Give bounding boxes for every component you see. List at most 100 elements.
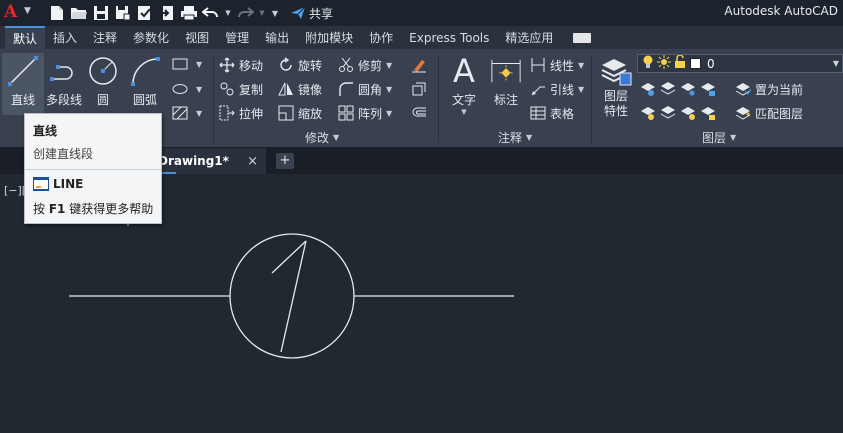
minimize-ribbon-icon	[573, 32, 592, 43]
dimension-icon	[490, 55, 522, 87]
save-icon[interactable]	[92, 4, 110, 22]
tab-featured-apps[interactable]: 精选应用	[497, 26, 561, 49]
modify-panel-label: 修改	[305, 131, 330, 145]
rectangle-tool-button[interactable]: ▼	[172, 53, 202, 75]
hatch-icon	[172, 105, 188, 121]
layer-state-tools[interactable]	[640, 78, 720, 100]
tab-collaborate[interactable]: 协作	[361, 26, 401, 49]
layer-thaw-icon	[680, 105, 696, 121]
new-tab-button[interactable]: +	[276, 153, 294, 169]
tab-express-tools[interactable]: Express Tools	[401, 26, 497, 49]
save-as-icon[interactable]	[114, 4, 132, 22]
fillet-label: 圆角	[358, 82, 383, 97]
arc-tool-button[interactable]: 圆弧	[124, 53, 166, 108]
open-folder-icon[interactable]	[70, 4, 88, 22]
diagonal-line-long[interactable]	[280, 240, 307, 353]
copy-tool-button[interactable]: 复制	[219, 78, 263, 100]
app-menu-caret-icon[interactable]: ▼	[24, 6, 31, 16]
tooltip-help: 按 F1 键获得更多帮助	[33, 200, 153, 217]
table-label: 表格	[550, 106, 575, 121]
line-tool-button[interactable]: 直线	[2, 53, 44, 115]
layer-match-tools[interactable]	[640, 102, 720, 124]
polyline-tool-button[interactable]: 多段线	[42, 53, 86, 108]
panel-divider	[438, 55, 439, 143]
ellipse-tool-button[interactable]: ▼	[172, 78, 202, 100]
offset-tool-button[interactable]	[411, 102, 431, 124]
array-label: 阵列	[358, 106, 383, 121]
match-layer-button[interactable]: 匹配图层	[735, 102, 803, 124]
layer-walk-icon	[640, 105, 656, 121]
close-icon[interactable]: ×	[247, 154, 258, 169]
move-tool-button[interactable]: 移动	[219, 54, 263, 76]
tab-annotate[interactable]: 注释	[85, 26, 125, 49]
new-file-icon[interactable]	[48, 4, 66, 22]
copy-icon	[219, 81, 235, 97]
match-layer-label: 匹配图层	[755, 106, 804, 121]
dimension-tool-button[interactable]: 标注	[486, 53, 526, 108]
stretch-label: 拉伸	[239, 106, 264, 121]
redo-icon[interactable]	[236, 4, 254, 22]
unlock-icon	[674, 54, 686, 72]
modify-panel-title[interactable]: 修改 ▼	[305, 129, 339, 146]
hatch-tool-button[interactable]: ▼	[172, 102, 202, 124]
chevron-down-icon: ▼	[832, 59, 839, 68]
table-tool-button[interactable]: 表格	[530, 102, 574, 124]
ribbon-minimize-toggle[interactable]	[573, 26, 592, 49]
undo-icon[interactable]	[202, 4, 220, 22]
tab-insert[interactable]: 插入	[45, 26, 85, 49]
tab-manage[interactable]: 管理	[217, 26, 257, 49]
chevron-down-icon: ▼	[386, 60, 393, 70]
array-tool-button[interactable]: 阵列 ▼	[338, 102, 392, 124]
tab-parametric[interactable]: 参数化	[125, 26, 177, 49]
app-logo[interactable]: A	[4, 2, 17, 22]
document-tab-name: Drawing1*	[158, 154, 229, 168]
current-layer-name: 0	[707, 56, 715, 71]
tab-addins[interactable]: 附加模块	[297, 26, 361, 49]
mirror-tool-button[interactable]: 镜像	[278, 78, 322, 100]
erase-tool-button[interactable]	[411, 54, 431, 76]
customize-toolbar-icon[interactable]: ▼	[270, 4, 280, 22]
linear-dim-tool-button[interactable]: 线性 ▼	[530, 54, 584, 76]
circle-tool-button[interactable]: 圆	[84, 53, 122, 108]
circle-shape[interactable]	[229, 233, 355, 359]
tab-default[interactable]: 默认	[5, 26, 46, 49]
diagonal-line-short[interactable]	[271, 240, 307, 274]
tab-output[interactable]: 输出	[257, 26, 297, 49]
scale-tool-button[interactable]: 缩放	[278, 102, 322, 124]
print-icon[interactable]	[180, 4, 198, 22]
polyline-tool-label: 多段线	[45, 93, 82, 107]
chevron-down-icon: ▼	[578, 84, 585, 94]
layer-copy-icon	[660, 105, 676, 121]
undo-dropdown-icon[interactable]: ▼	[224, 4, 232, 22]
layers-panel-title[interactable]: 图层 ▼	[702, 129, 736, 146]
layer-properties-label-2: 特性	[603, 104, 628, 118]
publish-web-icon[interactable]	[136, 4, 154, 22]
stretch-tool-button[interactable]: 拉伸	[219, 102, 263, 124]
chevron-down-icon: ▼	[196, 84, 203, 94]
move-label: 移动	[239, 58, 264, 73]
ribbon-tab-bar: 默认 插入 注释 参数化 视图 管理 输出 附加模块 协作 Express To…	[0, 26, 843, 49]
share-label: 共享	[309, 6, 334, 21]
leader-tool-button[interactable]: 引线 ▼	[530, 78, 584, 100]
explode-tool-button[interactable]	[411, 78, 431, 100]
tooltip-title: 直线	[33, 124, 58, 138]
set-current-icon	[735, 81, 751, 97]
annotation-panel-title[interactable]: 注释 ▼	[498, 129, 532, 146]
layer-dropdown[interactable]: 0 ▼	[637, 54, 843, 73]
annotation-panel-label: 注释	[498, 131, 523, 145]
chevron-down-icon: ▼	[578, 60, 585, 70]
import-icon[interactable]	[158, 4, 176, 22]
redo-dropdown-icon[interactable]: ▼	[258, 4, 266, 22]
layer-isolate-icon	[660, 81, 676, 97]
copy-label: 复制	[239, 82, 264, 97]
tab-view[interactable]: 视图	[177, 26, 217, 49]
trim-tool-button[interactable]: 修剪 ▼	[338, 54, 392, 76]
move-icon	[219, 57, 235, 73]
fillet-tool-button[interactable]: 圆角 ▼	[338, 78, 392, 100]
text-tool-button[interactable]: A 文字 ▼	[444, 52, 484, 116]
circle-tool-label: 圆	[96, 93, 109, 107]
rotate-tool-button[interactable]: 旋转	[278, 54, 322, 76]
set-current-layer-button[interactable]: 置为当前	[735, 78, 803, 100]
share-button[interactable]: 共享	[290, 5, 333, 22]
layer-properties-button[interactable]: 图层 特性	[596, 53, 636, 119]
